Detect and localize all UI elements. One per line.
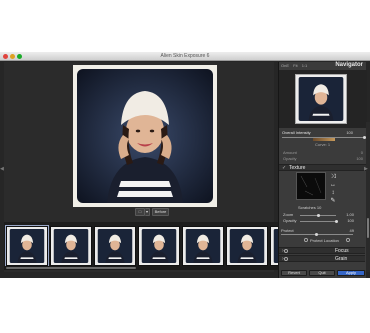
filmstrip-image	[185, 229, 221, 263]
navigator-title: Navigator	[335, 62, 363, 68]
protect-location-label: Protect Location	[310, 238, 339, 243]
collapse-right-icon[interactable]: ▶	[364, 166, 368, 172]
texture-preview[interactable]	[296, 172, 326, 200]
filmstrip	[4, 222, 312, 267]
settings-panel: OnE Fit 1:1 Navigator Overall Intensity …	[278, 62, 367, 278]
zoom-knob[interactable]	[316, 214, 320, 217]
tab-one[interactable]: OnE	[281, 63, 289, 68]
grain-section-header[interactable]: › Grain	[279, 255, 365, 262]
tab-fit[interactable]: Fit	[293, 63, 297, 68]
focus-section-header[interactable]: › Focus	[279, 247, 365, 254]
filmstrip-thumbnail[interactable]	[138, 226, 180, 266]
chevron-down-icon[interactable]: ▾	[145, 208, 150, 216]
flip-horizontal-icon[interactable]: ↔	[328, 182, 338, 188]
portrait-image	[77, 69, 213, 203]
chevron-down-icon: ✓	[282, 165, 287, 171]
amount-value[interactable]: 0	[349, 150, 363, 155]
filmstrip-thumbnail[interactable]	[182, 226, 224, 266]
exposure-window: Alien Skin Exposure 6 ◀ □ ▾ Before OnE F…	[0, 52, 370, 278]
texture-opacity-slider[interactable]	[300, 221, 336, 222]
protect-location-picker[interactable]	[346, 238, 350, 242]
protect-value[interactable]: 49	[344, 228, 354, 233]
filmstrip-image	[141, 229, 177, 263]
tab-1-1[interactable]: 1:1	[302, 63, 308, 68]
filmstrip-thumbnail[interactable]	[5, 225, 49, 267]
panel-scrollbar-thumb[interactable]	[367, 218, 369, 238]
filmstrip-image	[229, 229, 265, 263]
overall-intensity-label: Overall Intensity	[282, 130, 311, 135]
grain-title: Grain	[335, 256, 348, 262]
brush-icon[interactable]: ✎	[328, 198, 338, 204]
view-mode-button[interactable]: □	[135, 208, 145, 216]
window-title: Alien Skin Exposure 6	[160, 53, 210, 59]
quit-button[interactable]: Quit	[309, 270, 335, 276]
texture-opacity-value[interactable]: 100	[338, 218, 354, 223]
quit-label: Quit	[318, 270, 326, 275]
zoom-tabs: OnE Fit 1:1	[281, 63, 310, 68]
revert-label: Revert	[288, 270, 300, 275]
texture-title: Texture	[289, 165, 306, 171]
amount-label: Amount	[283, 150, 297, 155]
focus-title: Focus	[335, 248, 349, 254]
focus-enable-toggle[interactable]	[284, 249, 288, 253]
overall-intensity-value[interactable]: 100	[341, 130, 353, 135]
filmstrip-image	[9, 229, 45, 263]
main-photo	[73, 65, 217, 207]
opacity-label: Opacity	[283, 156, 297, 161]
zoom-value[interactable]: 1.00	[338, 212, 354, 217]
filmstrip-scrollbar-thumb[interactable]	[6, 267, 136, 269]
view-mode-label: □	[138, 209, 142, 214]
filmstrip-thumbnail[interactable]	[94, 226, 136, 266]
opacity-value[interactable]: 100	[349, 156, 363, 161]
texture-preview-image	[297, 173, 325, 199]
texture-opacity-knob[interactable]	[334, 220, 338, 223]
filmstrip-image	[97, 229, 133, 263]
panel-scrollbar[interactable]	[366, 122, 370, 272]
protect-knob[interactable]	[314, 233, 318, 236]
apply-label: Apply	[345, 270, 356, 275]
filmstrip-scrollbar[interactable]	[4, 266, 280, 270]
texture-opacity-label: Opacity	[283, 218, 297, 223]
protect-label: Protect	[281, 228, 294, 233]
filmstrip-thumbnail[interactable]	[50, 226, 92, 266]
zoom-label: Zoom	[283, 212, 294, 217]
navigator-preview[interactable]	[279, 70, 367, 128]
curve-label: Curve: 1	[315, 142, 331, 147]
curve-swatch[interactable]	[313, 138, 335, 141]
shuffle-icon[interactable]: ⤨	[328, 174, 338, 180]
protect-location-radio[interactable]	[304, 238, 308, 242]
before-label: Before	[154, 209, 167, 214]
apply-button[interactable]: Apply	[337, 270, 365, 276]
filmstrip-thumbnail[interactable]	[226, 226, 268, 266]
navigator-thumbnail	[295, 74, 347, 124]
title-bar[interactable]: Alien Skin Exposure 6	[0, 52, 370, 61]
navigator-image	[298, 77, 344, 121]
revert-button[interactable]: Revert	[281, 270, 307, 276]
texture-name: Scratches 10	[298, 205, 322, 210]
action-buttons: Revert Quit Apply	[281, 270, 367, 277]
grain-enable-toggle[interactable]	[284, 257, 288, 261]
texture-section-header[interactable]: ✓ Texture	[279, 164, 367, 171]
flip-vertical-icon[interactable]: ↕	[328, 190, 338, 196]
before-button[interactable]: Before	[152, 208, 169, 216]
filmstrip-image	[53, 229, 89, 263]
